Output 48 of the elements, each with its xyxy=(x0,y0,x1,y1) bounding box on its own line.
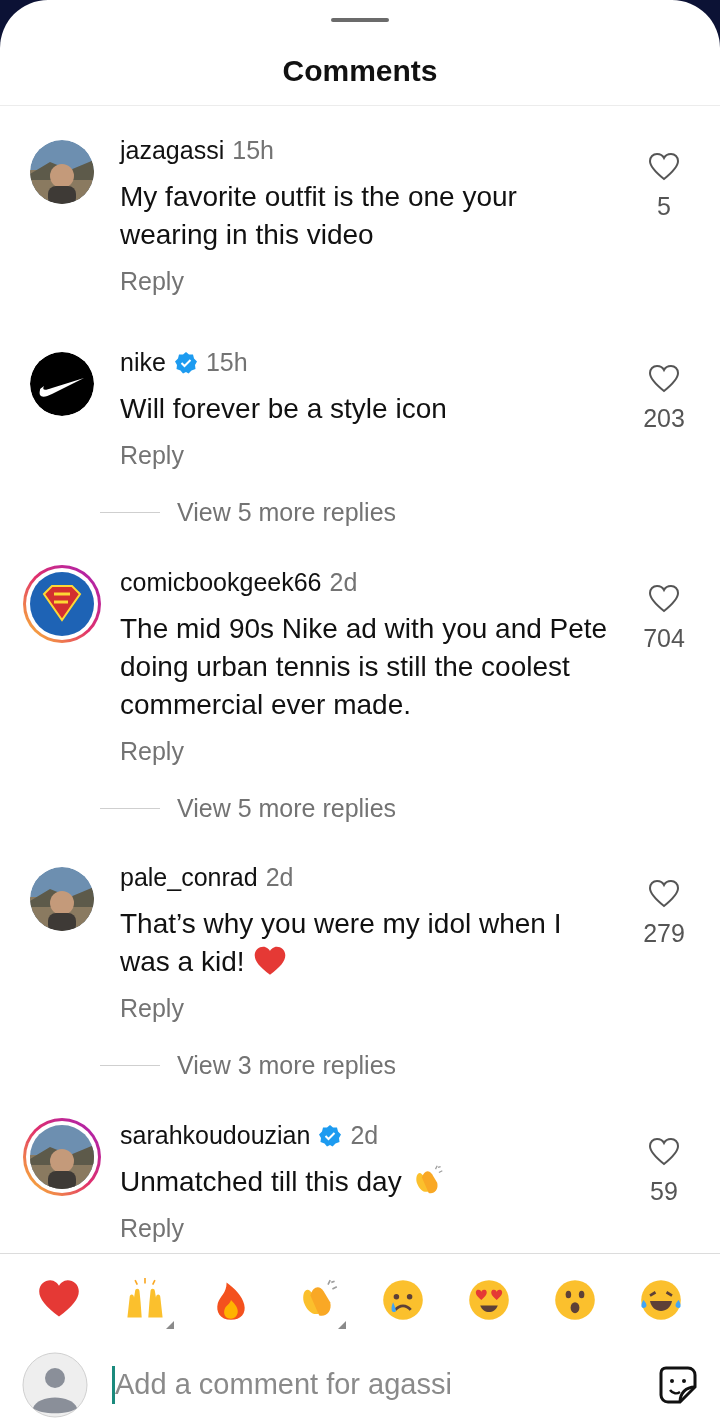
reply-link[interactable]: Reply xyxy=(120,264,184,298)
comment-input[interactable]: Add a comment for agassi xyxy=(112,1366,634,1404)
shield-logo xyxy=(30,571,94,636)
view-replies-link[interactable]: View 5 more replies xyxy=(177,789,397,827)
comment-text: The mid 90s Nike ad with you and Pete doing urban tennis is still the coolest commercial ever made. xyxy=(120,611,609,722)
variants-corner-icon xyxy=(166,1321,174,1329)
like-count: 5 xyxy=(657,191,671,222)
username[interactable]: nike xyxy=(120,344,166,382)
heart-outline-icon[interactable] xyxy=(648,1136,680,1167)
heart-eyes-icon xyxy=(467,1278,511,1322)
view-replies-link[interactable]: View 3 more replies xyxy=(177,1047,397,1085)
timestamp: 15h xyxy=(205,347,248,379)
reply-link[interactable]: Reply xyxy=(120,1210,184,1245)
timestamp: 15h xyxy=(232,135,274,167)
heart-outline-icon[interactable] xyxy=(648,879,680,909)
timestamp: 2d xyxy=(329,566,358,598)
comment-text: Will forever be a style icon xyxy=(120,392,448,426)
like-count: 279 xyxy=(643,918,685,949)
timestamp: 2d xyxy=(350,1119,379,1151)
variants-corner-icon xyxy=(338,1321,346,1329)
username[interactable]: jazagassi xyxy=(120,132,225,170)
verified-badge-icon xyxy=(173,351,198,375)
heart-outline-icon[interactable] xyxy=(648,152,680,182)
like-count: 704 xyxy=(643,622,685,654)
like-count: 59 xyxy=(650,1175,678,1207)
comment-text: That’s why you were my idol when I was a kid! xyxy=(120,907,563,981)
verified-badge-icon xyxy=(318,1123,343,1148)
drag-handle[interactable] xyxy=(331,18,389,22)
reply-link[interactable]: Reply xyxy=(120,733,184,768)
sticker-icon[interactable] xyxy=(658,1365,698,1405)
crying-icon xyxy=(381,1278,425,1322)
heart-outline-icon[interactable] xyxy=(648,583,680,614)
laughing-icon xyxy=(639,1278,683,1322)
username[interactable]: pale_conrad xyxy=(120,859,258,897)
heart-outline-icon[interactable] xyxy=(648,364,680,394)
surprised-icon xyxy=(553,1278,597,1322)
user-avatar-icon xyxy=(22,1352,88,1418)
like-count: 203 xyxy=(643,403,685,434)
comment-text: My favorite outfit is the one your wearing in this video xyxy=(120,180,518,252)
username[interactable]: comicbookgeek66 xyxy=(120,563,322,602)
sheet-title: Comments xyxy=(282,53,438,89)
reply-link[interactable]: Reply xyxy=(120,438,184,472)
comment-text: Unmatched till this day xyxy=(120,1162,612,1201)
swoosh-logo xyxy=(30,352,94,416)
view-replies-link[interactable]: View 5 more replies xyxy=(177,494,397,532)
reply-link[interactable]: Reply xyxy=(120,991,184,1025)
timestamp: 2d xyxy=(265,862,294,894)
username[interactable]: sarahkoudouzian xyxy=(120,1116,311,1155)
